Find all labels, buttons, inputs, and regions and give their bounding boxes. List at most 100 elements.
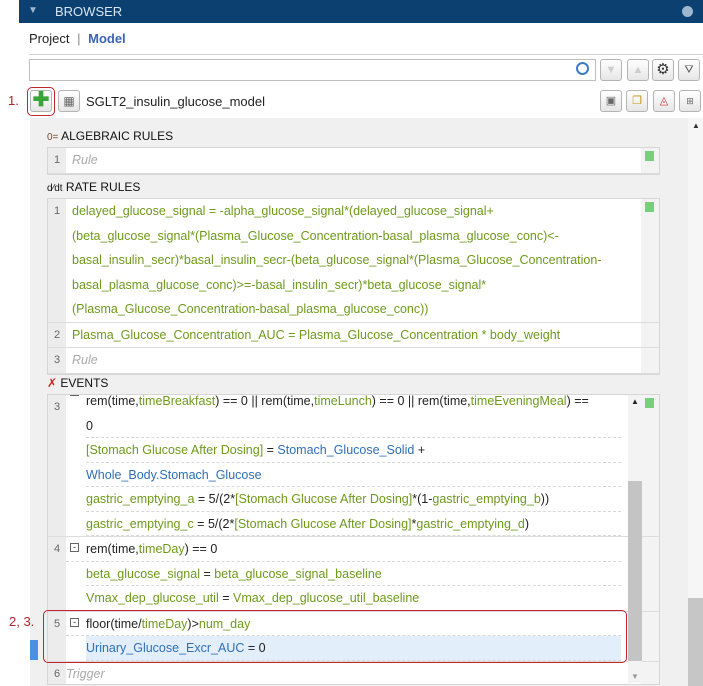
panel-options-icon[interactable] <box>682 6 693 17</box>
expression-token: [Stomach Glucose After Dosing] <box>86 443 264 457</box>
valid-status-icon <box>645 151 654 161</box>
table-row[interactable]: 1 Rule <box>48 148 659 174</box>
table-row[interactable]: 4- rem(time,timeDay) == 0 beta_glucose_sig… <box>48 537 659 612</box>
browser-header[interactable]: ▼ BROWSER <box>19 0 703 23</box>
event-trigger[interactable]: -rem(time,timeBreakfast) == 0 || rem(tim… <box>66 394 621 414</box>
expression-token: timeEveningMeal <box>470 394 567 408</box>
filter-icon[interactable]: ⛛ <box>678 59 700 81</box>
row-content[interactable]: Plasma_Glucose_Concentration_AUC = Plasm… <box>66 323 641 348</box>
event-function[interactable]: [Stomach Glucose After Dosing] = Stomach… <box>86 438 621 463</box>
expression-token: basal_plasma_glucose_conc)>=-basal_insul… <box>72 277 487 292</box>
rule-line[interactable]: delayed_glucose_signal = -alpha_glucose_… <box>72 199 635 224</box>
expression-token: = 5/(2* <box>193 516 235 531</box>
expression-token: (Plasma_Glucose_Concentration-basal_plas… <box>72 302 429 316</box>
event-function[interactable]: Whole_Body.Stomach_Glucose <box>86 463 621 487</box>
expression-token: rem(time, <box>86 542 139 556</box>
rule-line[interactable]: (Plasma_Glucose_Concentration-basal_plas… <box>72 297 635 322</box>
event-trigger[interactable]: - rem(time,timeDay) == 0 <box>66 537 621 562</box>
search-input[interactable] <box>29 59 596 81</box>
previous-result-button[interactable]: ▲ <box>627 59 649 81</box>
collapse-icon[interactable]: - <box>70 543 79 552</box>
expression-token: gastric_emptying_a <box>86 492 195 506</box>
expression-token: ) == <box>566 394 589 408</box>
placeholder[interactable]: Trigger <box>66 662 621 685</box>
row-number: 3 <box>48 348 66 373</box>
simulate-icon[interactable]: ◬ <box>653 90 675 112</box>
expression-token: timeLunch <box>314 394 372 408</box>
model-name: SGLT2_insulin_glucose_model <box>86 94 265 109</box>
annotation-label-2-3: 2, 3. <box>9 614 35 629</box>
valid-status-icon <box>645 398 654 408</box>
expression-token: rem(time, <box>86 394 139 408</box>
panel-title: BROWSER <box>55 4 123 19</box>
rule-line[interactable]: (beta_glucose_signal*(Plasma_Glucose_Con… <box>72 224 635 249</box>
model-properties-icon[interactable]: ▦ <box>58 90 80 112</box>
add-button[interactable]: ✚ <box>30 90 52 112</box>
expression-token: Whole_Body.Stomach_Glucose <box>86 467 262 482</box>
collapse-triangle-icon[interactable]: ▼ <box>28 5 38 16</box>
table-row[interactable]: 1 delayed_glucose_signal = -alpha_glucose… <box>48 199 659 323</box>
expression-token: timeBreakfast <box>138 394 216 408</box>
row-content[interactable]: delayed_glucose_signal = -alpha_glucose_… <box>66 199 641 322</box>
status-gutter <box>641 611 659 661</box>
settings-gear-icon[interactable]: ⚙ <box>652 59 674 81</box>
placeholder[interactable]: Rule <box>72 148 635 173</box>
annotation-label-1: 1. <box>8 93 19 108</box>
tab-model[interactable]: Model <box>88 31 126 46</box>
expression-token: gastric_emptying_c <box>86 516 194 531</box>
rule-line[interactable]: basal_insulin_secr)*basal_insulin_secr-(… <box>72 248 635 273</box>
algebraic-icon: 0= <box>47 132 59 143</box>
event-function[interactable]: gastric_emptying_c = 5/(2*[Stomach Gluco… <box>86 512 621 536</box>
outer-scrollbar[interactable]: ▲ <box>688 118 703 686</box>
next-result-button[interactable]: ▼ <box>600 59 622 81</box>
expression-token: ) <box>524 516 529 531</box>
status-gutter <box>641 661 659 684</box>
event-icon: ✗ <box>47 376 58 390</box>
row-number: 1 <box>48 199 66 322</box>
algebraic-rules-table: 1 Rule <box>47 147 660 175</box>
rule-line[interactable]: basal_plasma_glucose_conc)>=-basal_insul… <box>72 273 635 298</box>
expression-token: beta_glucose_signal_baseline <box>214 566 382 581</box>
status-gutter <box>641 348 659 373</box>
events-scrollbar[interactable]: ▲ ▼ <box>628 395 642 683</box>
table-row[interactable]: 3-rem(time,timeBreakfast) == 0 || rem(ti… <box>48 395 659 537</box>
expression-token: = 5/(2* <box>194 492 236 506</box>
expression-token: gastric_emptying_b <box>432 492 541 506</box>
collapse-icon[interactable]: - <box>70 395 79 396</box>
copy-icon[interactable]: ❐ <box>626 90 648 112</box>
tab-separator: | <box>77 31 81 46</box>
valid-status-icon <box>645 202 654 212</box>
expression-token: )) <box>540 492 550 506</box>
event-function[interactable]: gastric_emptying_a = 5/(2*[Stomach Gluco… <box>86 487 621 512</box>
search-icon[interactable] <box>576 62 589 75</box>
row-content[interactable]: Rule <box>66 348 641 373</box>
expression-token: gastric_emptying_d <box>416 516 525 531</box>
placeholder[interactable]: Rule <box>72 348 635 373</box>
equations-icon[interactable]: ⊞ <box>679 90 701 112</box>
rate-rules-header: d⁄dt RATE RULES <box>47 180 141 194</box>
status-gutter <box>641 148 659 173</box>
row-content[interactable]: Rule <box>66 148 641 173</box>
selection-marker <box>30 640 38 660</box>
row-content[interactable]: -rem(time,timeBreakfast) == 0 || rem(tim… <box>66 395 627 536</box>
rate-rules-table: 1 delayed_glucose_signal = -alpha_glucose… <box>47 198 660 375</box>
tab-project[interactable]: Project <box>29 31 69 46</box>
row-content[interactable]: Trigger <box>66 662 627 685</box>
expression-token: [Stomach Glucose After Dosing] <box>235 492 413 506</box>
expression-token: = <box>218 591 233 605</box>
row-number: 2 <box>48 322 66 347</box>
table-row[interactable]: 6 Trigger <box>48 661 659 685</box>
event-function[interactable]: 0 <box>86 414 621 438</box>
expression-token: Stomach_Glucose_Solid <box>277 443 415 457</box>
divider <box>29 54 703 55</box>
expression-token: basal_insulin_secr)*basal_insulin_secr-(… <box>72 253 602 267</box>
status-gutter <box>641 537 659 611</box>
table-row[interactable]: 3 Rule <box>48 348 659 374</box>
table-row[interactable]: 2 Plasma_Glucose_Concentration_AUC = Plas… <box>48 322 659 348</box>
expression-token: beta_glucose_signal <box>86 566 200 581</box>
event-function[interactable]: beta_glucose_signal = beta_glucose_signa… <box>86 562 621 586</box>
diagram-view-icon[interactable]: ▣ <box>600 90 622 112</box>
rule-line[interactable]: Plasma_Glucose_Concentration_AUC = Plasm… <box>72 323 635 348</box>
row-content[interactable]: - rem(time,timeDay) == 0 beta_glucose_sign… <box>66 537 627 611</box>
event-function[interactable]: Vmax_dep_glucose_util = Vmax_dep_glucose… <box>86 586 621 611</box>
